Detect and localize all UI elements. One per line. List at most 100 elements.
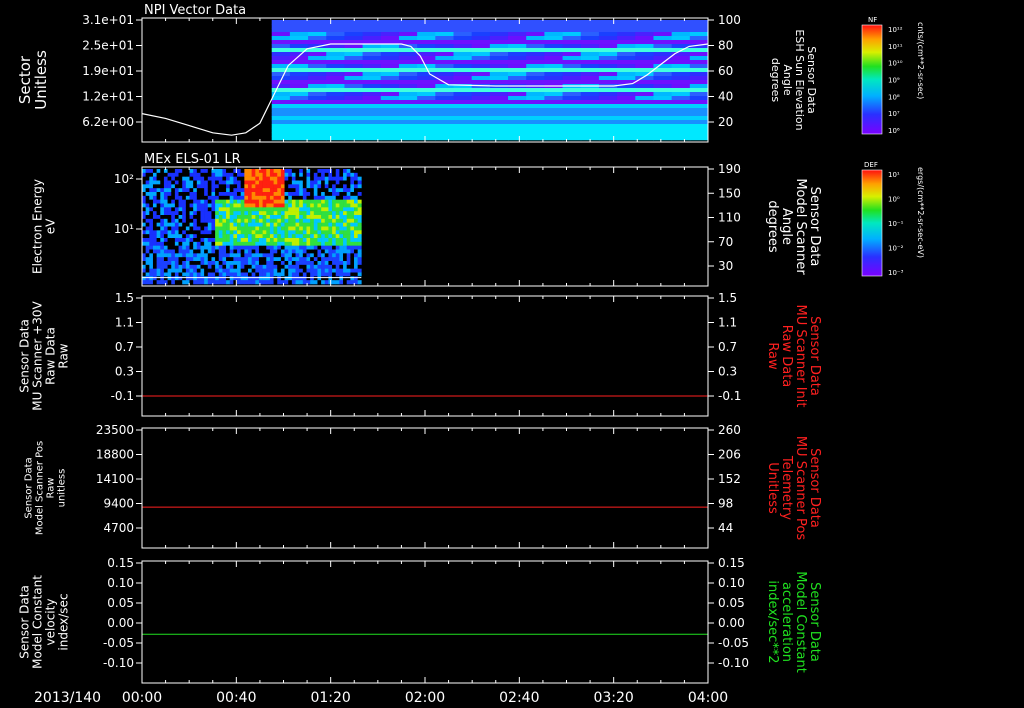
heat-cell <box>288 241 293 246</box>
heat-cell <box>185 257 190 262</box>
heat-cell <box>273 188 278 193</box>
heat-cell <box>248 268 252 273</box>
heat-cell <box>229 245 234 250</box>
time-tick-label: 04:00 <box>688 690 728 706</box>
heat-cell <box>163 253 168 258</box>
heat-cell <box>398 92 418 97</box>
heat-cell <box>251 172 256 177</box>
heat-cell <box>233 264 238 269</box>
heat-cell <box>229 253 234 258</box>
heat-cell <box>196 195 201 200</box>
heat-cell <box>335 199 340 204</box>
heat-cell <box>354 245 358 250</box>
heat-cell <box>295 215 300 220</box>
heat-cell <box>299 238 304 243</box>
heat-cell <box>508 48 527 53</box>
heat-cell <box>266 264 271 269</box>
heat-cell <box>178 238 183 243</box>
heat-cell <box>321 184 326 189</box>
heat-cell <box>671 68 691 73</box>
heat-cell <box>196 276 201 281</box>
heat-cell <box>471 128 491 133</box>
heat-cell <box>306 268 311 273</box>
heat-cell <box>289 56 309 61</box>
heat-cell <box>160 222 165 227</box>
heat-cell <box>255 276 260 281</box>
y-right-tick-label: 0.10 <box>718 576 745 590</box>
heat-cell <box>233 272 238 277</box>
heat-cell <box>471 96 491 101</box>
heat-cell <box>152 188 157 193</box>
heat-cell <box>508 44 527 49</box>
panel-scanner-pos: 23500188001410094004700 2602061529844 Se… <box>24 423 822 549</box>
heat-cell <box>343 234 348 239</box>
heat-cell <box>189 184 194 189</box>
heat-cell <box>163 184 168 189</box>
heat-cell <box>160 192 165 197</box>
heat-cell <box>211 257 216 262</box>
heat-cell <box>580 88 600 93</box>
heat-cell <box>324 184 329 189</box>
heat-cell <box>362 64 382 69</box>
heat-cell <box>211 199 216 204</box>
heat-cell <box>302 169 307 174</box>
heat-cell <box>544 120 564 125</box>
heat-cell <box>508 132 527 137</box>
heat-cell <box>324 234 329 239</box>
heat-cell <box>306 180 311 185</box>
heat-cell <box>321 245 326 250</box>
heat-cell <box>306 203 311 208</box>
heat-cell <box>653 36 673 41</box>
heat-cell <box>156 218 161 223</box>
heat-cell <box>200 195 205 200</box>
heat-cell <box>598 104 618 109</box>
heat-cell <box>617 72 636 77</box>
heat-cell <box>280 276 285 281</box>
heat-cell <box>471 60 491 65</box>
heat-cell <box>258 184 263 189</box>
heat-cell <box>207 184 212 189</box>
heat-cell <box>313 257 318 262</box>
y-axis-label-line: velocity <box>44 599 58 646</box>
heat-cell <box>335 257 340 262</box>
heat-cell <box>299 176 304 181</box>
heat-cell <box>326 96 345 101</box>
heat-cell <box>240 180 245 185</box>
heat-cell <box>598 108 618 113</box>
heat-cell <box>266 195 271 200</box>
heat-cell <box>215 215 220 220</box>
heat-cell <box>302 234 307 239</box>
heat-cell <box>215 211 220 216</box>
heat-cell <box>302 272 307 277</box>
heat-cell <box>280 203 285 208</box>
panel4-y-ticks: 23500188001410094004700 <box>96 423 142 535</box>
heat-cell <box>171 211 176 216</box>
heat-cell <box>200 253 205 258</box>
panel2-y-ticks-right: 1901501107030 <box>708 162 741 273</box>
heat-cell <box>339 188 344 193</box>
heat-cell <box>580 76 600 81</box>
heat-cell <box>398 76 418 81</box>
heat-cell <box>435 36 454 41</box>
heat-cell <box>196 234 201 239</box>
heat-cell <box>362 84 382 89</box>
heat-cell <box>580 100 600 105</box>
heat-cell <box>226 218 231 223</box>
heat-cell <box>343 215 348 220</box>
heat-cell <box>288 245 293 250</box>
heat-cell <box>269 199 274 204</box>
heat-cell <box>471 124 491 129</box>
heat-cell <box>255 172 260 177</box>
heat-cell <box>689 128 709 133</box>
heat-cell <box>277 184 282 189</box>
heat-cell <box>617 20 636 25</box>
heat-cell <box>398 120 418 125</box>
heat-cell <box>324 226 329 231</box>
heat-cell <box>299 203 304 208</box>
heat-cell <box>617 124 636 129</box>
heat-cell <box>240 169 245 174</box>
heat-cell <box>362 128 382 133</box>
heat-cell <box>562 120 582 125</box>
heat-cell <box>508 24 527 29</box>
heat-cell <box>284 199 289 204</box>
